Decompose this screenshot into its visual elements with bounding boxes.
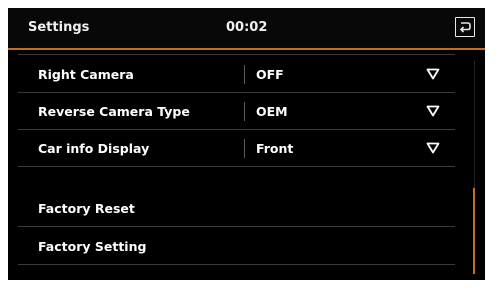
dropdown-triangle-icon[interactable]	[426, 68, 440, 80]
setting-row-reverse-camera-type[interactable]: Reverse Camera Type OEM	[18, 93, 455, 130]
setting-value: OFF	[256, 67, 284, 82]
setting-row-right-camera[interactable]: Right Camera OFF	[18, 56, 455, 93]
row-separator	[244, 139, 245, 158]
setting-value: Front	[256, 141, 294, 156]
setting-row-car-info-display[interactable]: Car info Display Front	[18, 130, 455, 167]
header-divider	[8, 48, 485, 50]
setting-row-factory-setting[interactable]: Factory Setting	[18, 228, 455, 265]
dropdown-triangle-icon[interactable]	[426, 105, 440, 117]
page-title: Settings	[28, 20, 90, 35]
scrollbar-track[interactable]	[474, 60, 475, 188]
scrollbar-thumb[interactable]	[473, 188, 475, 274]
dropdown-triangle-icon[interactable]	[426, 142, 440, 154]
row-separator	[244, 102, 245, 121]
setting-label: Car info Display	[38, 141, 150, 156]
clock-time: 00:02	[226, 20, 268, 35]
row-separator	[244, 65, 245, 84]
setting-label: Factory Setting	[38, 239, 147, 254]
setting-label: Factory Reset	[38, 201, 135, 216]
setting-row-factory-reset[interactable]: Factory Reset	[18, 190, 455, 227]
setting-value: OEM	[256, 104, 288, 119]
setting-label: Right Camera	[38, 67, 134, 82]
header-bar: Settings 00:02	[8, 8, 485, 48]
return-icon	[459, 22, 471, 33]
setting-label: Reverse Camera Type	[38, 104, 190, 119]
list-top-divider	[18, 54, 455, 55]
back-button[interactable]	[455, 17, 475, 37]
settings-screen: Settings 00:02 Right Camera OFF Reverse …	[8, 8, 485, 280]
